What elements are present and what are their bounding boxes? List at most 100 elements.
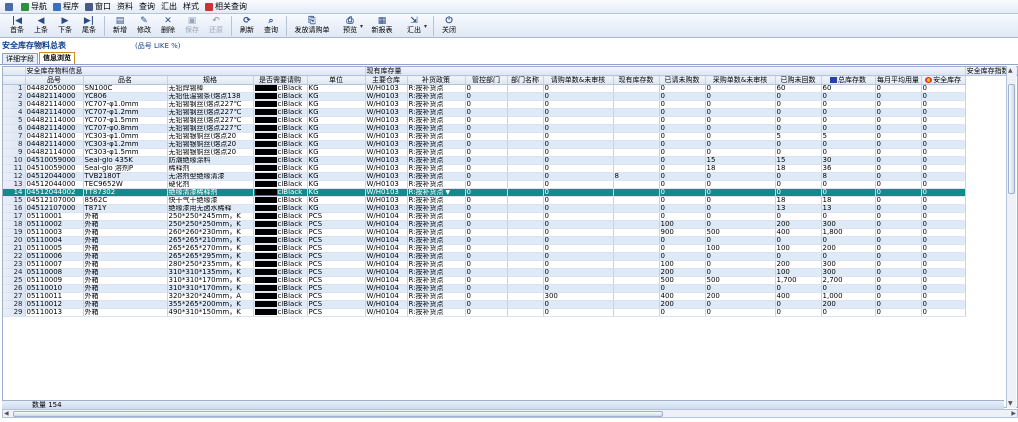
table-cell[interactable]: 0 (543, 172, 614, 181)
table-cell[interactable] (507, 108, 544, 117)
table-row[interactable]: 12 04512044000 TVB2180T 无溶剂型绝缘清漆 clBlack KG W/… (3, 172, 1017, 181)
table-cell[interactable]: 无铅焊锡棒 (167, 84, 254, 93)
table-cell[interactable] (507, 180, 544, 189)
table-cell[interactable] (507, 140, 544, 149)
table-cell[interactable] (613, 276, 660, 285)
table-cell[interactable]: W/H0103 (365, 84, 408, 93)
table-cell[interactable]: 外箱 (83, 244, 168, 253)
table-cell[interactable]: 8 (613, 172, 660, 181)
table-cell[interactable]: 0 (543, 284, 614, 293)
table-cell[interactable]: 100 (705, 244, 776, 253)
table-cell[interactable]: 0 (875, 124, 922, 133)
table-row[interactable]: 8 04482114000 YC303-φ1.2mm 无铅锡银铜丝(熔点20 clBla… (3, 140, 1017, 149)
table-cell[interactable]: 250*250*245mm，K (167, 212, 254, 221)
table-cell[interactable]: W/H0104 (365, 244, 408, 253)
table-cell[interactable]: 04482114000 (25, 124, 84, 133)
table-row[interactable]: 17 05110001 外箱 250*250*245mm，K clBlack PCS W/H… (3, 212, 1017, 221)
table-cell[interactable]: clBlack (253, 92, 308, 101)
table-cell[interactable]: R:按补货点 (407, 196, 466, 205)
table-cell[interactable]: 0 (921, 244, 966, 253)
table-cell[interactable]: 0 (821, 92, 876, 101)
table-cell[interactable]: 0 (921, 220, 966, 229)
table-cell[interactable] (613, 308, 660, 317)
table-cell[interactable] (507, 100, 544, 109)
menu-item[interactable]: 查询 (136, 1, 158, 13)
table-cell[interactable]: 265*265*295mm，K (167, 252, 254, 261)
table-cell[interactable]: 0 (465, 300, 508, 309)
table-cell[interactable]: 0 (821, 140, 876, 149)
table-cell[interactable]: 04512107000 (25, 204, 84, 213)
table-cell[interactable]: clBlack (253, 236, 308, 245)
table-cell[interactable] (507, 292, 544, 301)
table-cell[interactable]: R:按补货点 (407, 308, 466, 317)
chevron-down-icon[interactable]: ▾ (424, 23, 430, 30)
table-cell[interactable] (613, 116, 660, 125)
table-cell[interactable]: R:按补货点 (407, 108, 466, 117)
table-cell[interactable]: 0 (875, 300, 922, 309)
table-cell[interactable]: 300 (821, 220, 876, 229)
table-cell[interactable]: PCS (307, 284, 366, 293)
table-cell[interactable]: 绝缘漆用无卤水稀释 (167, 204, 254, 213)
table-cell[interactable] (613, 236, 660, 245)
table-cell[interactable]: TVB2180T (83, 172, 168, 181)
table-cell[interactable]: 0 (705, 84, 776, 93)
table-cell[interactable]: 无铅锡钢丝(熔点227℃ (167, 108, 254, 117)
table-cell[interactable]: 0 (543, 180, 614, 189)
table-cell[interactable]: PCS (307, 236, 366, 245)
table-cell[interactable]: 0 (465, 140, 508, 149)
table-cell[interactable]: 05110013 (25, 308, 84, 317)
table-cell[interactable]: 60 (775, 84, 822, 93)
menu-item[interactable]: 程序 (50, 1, 82, 13)
table-cell[interactable]: 0 (659, 180, 706, 189)
table-cell[interactable]: 0 (875, 244, 922, 253)
table-cell[interactable]: KG (307, 116, 366, 125)
table-cell[interactable] (507, 132, 544, 141)
table-cell[interactable]: 0 (543, 148, 614, 157)
table-cell[interactable]: 0 (543, 228, 614, 237)
table-cell[interactable]: 无铅锡钢丝(熔点227℃ (167, 100, 254, 109)
table-cell[interactable]: R:按补货点 (407, 236, 466, 245)
table-cell[interactable]: R:按补货点 (407, 220, 466, 229)
scroll-up-icon[interactable]: ▲ (1008, 67, 1013, 74)
table-cell[interactable]: R:按补货点 (407, 116, 466, 125)
table-cell[interactable]: 0 (465, 284, 508, 293)
menu-item[interactable]: 资料 (114, 1, 136, 13)
refresh-button[interactable]: ⟳ 刷新 (235, 14, 259, 37)
table-row[interactable]: 4 04482114000 YC707-φ1.2mm 无铅锡钢丝(熔点227℃ clBl… (3, 108, 1017, 117)
table-cell[interactable]: 0 (465, 100, 508, 109)
new-report-button[interactable]: ▦ 新报表 (366, 14, 398, 37)
table-cell[interactable]: W/H0104 (365, 308, 408, 317)
table-cell[interactable]: W/H0103 (365, 164, 408, 173)
table-row[interactable]: 13 04512044000 TEC9652W 硬化剂 clBlack KG W/H0103… (3, 180, 1017, 189)
table-cell[interactable]: R:按补货点 (407, 212, 466, 221)
table-cell[interactable]: clBlack (253, 212, 308, 221)
table-cell[interactable]: 400 (775, 292, 822, 301)
table-cell[interactable]: 0 (659, 244, 706, 253)
table-cell[interactable]: 0 (465, 108, 508, 117)
table-cell[interactable]: 265*265*270mm，K (167, 244, 254, 253)
table-cell[interactable]: 200 (821, 244, 876, 253)
table-cell[interactable]: 0 (465, 172, 508, 181)
table-cell[interactable]: 外箱 (83, 260, 168, 269)
query-button[interactable]: ⌕ 查询 (259, 14, 283, 37)
table-cell[interactable]: 200 (775, 220, 822, 229)
table-cell[interactable]: KG (307, 156, 366, 165)
table-cell[interactable]: 0 (659, 212, 706, 221)
table-cell[interactable]: clBlack (253, 244, 308, 253)
table-cell[interactable]: 0 (921, 300, 966, 309)
table-cell[interactable]: 无铅锡银铜丝(熔点20 (167, 148, 254, 157)
table-cell[interactable]: clBlack (253, 252, 308, 261)
table-cell[interactable]: 0 (659, 308, 706, 317)
delete-button[interactable]: ✕ 删除 (156, 14, 180, 37)
table-cell[interactable]: 0 (705, 236, 776, 245)
table-cell[interactable]: 18 (821, 196, 876, 205)
table-cell[interactable]: 0 (821, 284, 876, 293)
table-cell[interactable]: 15 (775, 156, 822, 165)
table-cell[interactable]: 0 (705, 172, 776, 181)
table-cell[interactable]: R:按补货点 ▼ (407, 188, 466, 197)
table-cell[interactable] (613, 180, 660, 189)
table-cell[interactable]: 0 (659, 164, 706, 173)
table-cell[interactable]: 1,000 (821, 292, 876, 301)
table-cell[interactable]: 0 (705, 108, 776, 117)
table-cell[interactable]: 0 (659, 252, 706, 261)
